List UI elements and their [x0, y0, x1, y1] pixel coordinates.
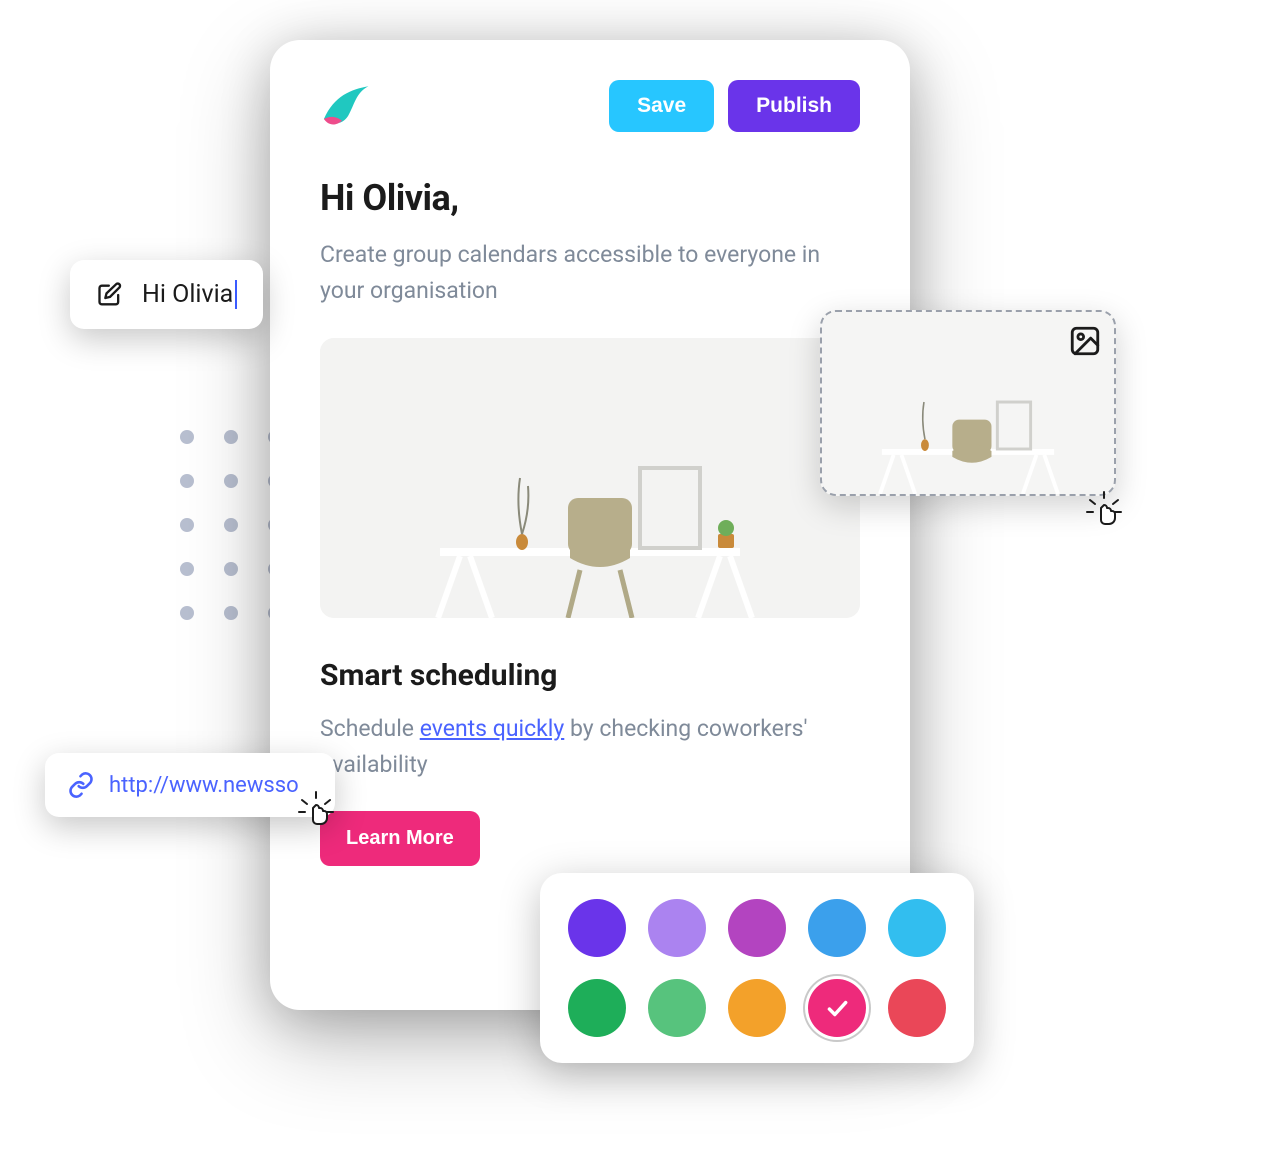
greeting-text[interactable]: Hi Olivia,: [320, 177, 860, 219]
check-icon: [824, 995, 850, 1021]
hero-image[interactable]: [320, 338, 860, 618]
text-edit-value[interactable]: Hi Olivia: [142, 280, 237, 309]
section-body-pre: Schedule: [320, 715, 420, 742]
editor-card: Save Publish Hi Olivia, Create group cal…: [270, 40, 910, 1010]
link-icon: [67, 771, 95, 799]
link-url-value[interactable]: http://www.newsso: [109, 773, 299, 798]
color-swatch[interactable]: [728, 899, 786, 957]
publish-button[interactable]: Publish: [728, 80, 860, 132]
save-button[interactable]: Save: [609, 80, 714, 132]
color-swatch[interactable]: [568, 979, 626, 1037]
color-swatch[interactable]: [808, 979, 866, 1037]
section-body[interactable]: Schedule events quickly by checking cowo…: [320, 711, 860, 782]
color-palette: [540, 873, 974, 1063]
editor-header: Save Publish: [320, 80, 860, 132]
section-title[interactable]: Smart scheduling: [320, 658, 860, 693]
color-swatch[interactable]: [888, 979, 946, 1037]
click-cursor-icon: [1084, 490, 1124, 538]
click-cursor-icon: [296, 790, 336, 838]
color-swatch[interactable]: [648, 979, 706, 1037]
image-icon: [1068, 324, 1102, 358]
color-swatch[interactable]: [728, 979, 786, 1037]
text-edit-popup[interactable]: Hi Olivia: [70, 260, 263, 329]
link-edit-popup[interactable]: http://www.newsso: [45, 753, 335, 817]
color-swatch[interactable]: [808, 899, 866, 957]
bird-logo-icon: [320, 84, 370, 129]
events-quickly-link[interactable]: events quickly: [420, 715, 565, 742]
color-swatch[interactable]: [568, 899, 626, 957]
learn-more-button[interactable]: Learn More: [320, 811, 480, 866]
edit-icon: [96, 281, 124, 309]
color-swatch[interactable]: [648, 899, 706, 957]
decorative-dot-grid: [180, 430, 282, 620]
color-swatch[interactable]: [888, 899, 946, 957]
image-dropzone[interactable]: [820, 310, 1116, 496]
intro-paragraph[interactable]: Create group calendars accessible to eve…: [320, 237, 860, 308]
